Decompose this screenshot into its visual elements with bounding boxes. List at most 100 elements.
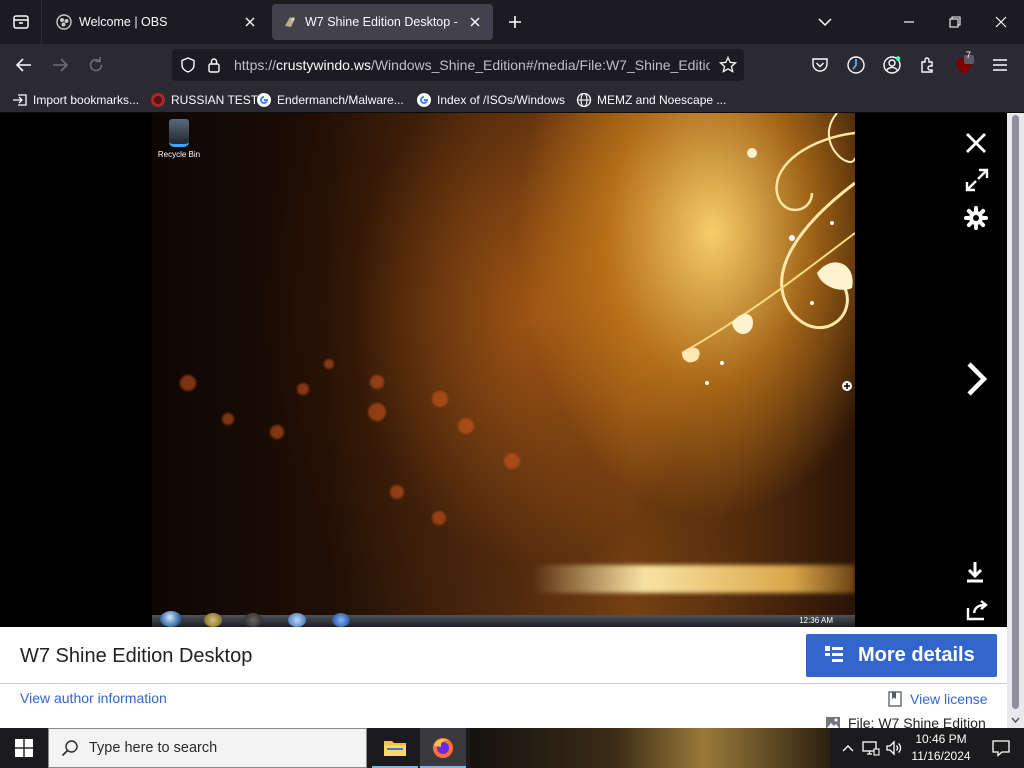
menu-button[interactable] xyxy=(986,51,1014,79)
lock-icon[interactable] xyxy=(207,57,221,73)
globe-icon xyxy=(576,92,592,108)
media-info-panel: W7 Shine Edition Desktop More details Vi… xyxy=(0,627,1007,728)
file-name-link[interactable]: File: W7 Shine Edition xyxy=(825,715,986,728)
obs-favicon-icon xyxy=(56,14,72,30)
tab-w7-shine-edition[interactable]: W7 Shine Edition Desktop - Win xyxy=(272,4,493,40)
bookmark-index-isos[interactable]: Index of /ISOs/Windows xyxy=(416,90,565,110)
notification-icon xyxy=(992,740,1010,757)
ublock-button[interactable]: 7 xyxy=(950,50,978,79)
taskbar-search-box[interactable]: Type here to search xyxy=(48,728,367,768)
url-path: /Windows_Shine_Edition#/media/File:W7_Sh… xyxy=(370,57,710,73)
start-button[interactable] xyxy=(0,728,48,768)
minimize-button[interactable] xyxy=(886,0,932,44)
chevron-right-icon xyxy=(967,362,988,396)
lightbox-close-button[interactable] xyxy=(961,128,991,158)
notification-center-button[interactable] xyxy=(978,728,1024,768)
volume-tray-button[interactable] xyxy=(884,738,904,758)
zoom-button[interactable] xyxy=(837,376,857,396)
recycle-bin-desktop-icon: Recycle Bin xyxy=(152,119,206,159)
bokeh-dot xyxy=(432,391,448,407)
show-hidden-icons-button[interactable] xyxy=(838,738,858,758)
tab-close-icon[interactable] xyxy=(467,14,483,30)
bokeh-dot xyxy=(297,383,309,395)
image-media-icon xyxy=(244,613,262,627)
import-icon xyxy=(13,94,27,106)
tab-close-icon[interactable] xyxy=(242,14,258,30)
view-license-label: View license xyxy=(910,691,988,707)
bookmarks-toolbar: Import bookmarks... RUSSIAN TEST Enderma… xyxy=(0,86,1024,113)
google-icon xyxy=(257,93,271,107)
star-icon[interactable] xyxy=(719,56,737,74)
google-icon xyxy=(417,93,431,107)
favicon-russian xyxy=(151,93,165,107)
bokeh-dot xyxy=(458,418,474,434)
more-details-label: More details xyxy=(858,644,975,666)
tab-list-icon xyxy=(12,15,29,29)
settings-button[interactable] xyxy=(961,203,991,233)
pocket-button[interactable] xyxy=(806,51,834,79)
account-button[interactable] xyxy=(878,51,906,79)
bookmark-memz-noescape[interactable]: MEMZ and Noescape ... xyxy=(576,90,726,110)
more-details-button[interactable]: More details xyxy=(806,634,997,677)
bookmark-label: RUSSIAN TEST xyxy=(171,93,259,107)
tab-title: W7 Shine Edition Desktop - Win xyxy=(305,15,461,29)
taskbar-clock[interactable]: 10:46 PM 11/16/2024 xyxy=(906,731,976,765)
bokeh-dot xyxy=(180,375,196,391)
tab-strip: Welcome | OBS W7 Shine Edition Desktop -… xyxy=(0,0,1024,44)
bookmark-import[interactable]: Import bookmarks... xyxy=(12,90,139,110)
image-app-icon xyxy=(332,613,350,627)
screen: Welcome | OBS W7 Shine Edition Desktop -… xyxy=(0,0,1024,768)
taskbar-background-wallpaper xyxy=(470,728,830,768)
forward-button[interactable] xyxy=(46,51,74,79)
bokeh-dot xyxy=(370,375,384,389)
shield-icon[interactable] xyxy=(180,57,196,73)
download-button[interactable] xyxy=(960,557,990,587)
share-button[interactable] xyxy=(962,595,992,625)
reload-button[interactable] xyxy=(82,51,110,79)
firefox-icon xyxy=(433,738,453,758)
taskbar-file-explorer[interactable] xyxy=(372,728,418,768)
tab-overflow-button[interactable] xyxy=(802,0,848,44)
bokeh-dot xyxy=(222,413,234,425)
fullscreen-button[interactable] xyxy=(962,165,992,195)
close-window-button[interactable] xyxy=(978,0,1024,44)
recycle-bin-label: Recycle Bin xyxy=(157,150,201,159)
close-icon xyxy=(995,16,1007,28)
file-name-label: File: W7 Shine Edition xyxy=(848,715,986,728)
scrollbar-thumb[interactable] xyxy=(1012,115,1019,709)
tab-welcome-obs[interactable]: Welcome | OBS xyxy=(46,4,268,40)
taskbar-firefox[interactable] xyxy=(420,728,466,768)
puzzle-icon xyxy=(921,57,933,73)
view-license-link[interactable]: View license xyxy=(888,691,988,707)
bookmark-russian-test[interactable]: RUSSIAN TEST xyxy=(150,90,258,110)
clock-date: 11/16/2024 xyxy=(911,749,971,763)
view-author-link[interactable]: View author information xyxy=(20,690,167,706)
scroll-down-arrow-icon[interactable] xyxy=(1011,717,1020,724)
search-icon xyxy=(61,740,78,757)
media-viewer: Recycle Bin 12:36 AM W7 Shine Edition De… xyxy=(0,113,1024,728)
chevron-up-icon xyxy=(842,745,854,752)
lightbox-image[interactable]: Recycle Bin xyxy=(152,113,855,627)
next-image-button[interactable] xyxy=(961,361,991,397)
url-host: crustywindo.ws xyxy=(276,57,371,73)
list-all-tabs-button[interactable] xyxy=(0,0,42,44)
new-tab-button[interactable] xyxy=(503,10,527,34)
bokeh-dot xyxy=(504,453,520,469)
network-tray-button[interactable] xyxy=(861,738,881,758)
extensions-button[interactable] xyxy=(914,51,942,79)
sync-status-button[interactable] xyxy=(842,51,870,79)
image-file-icon xyxy=(826,717,840,728)
bokeh-dot xyxy=(368,403,386,421)
url-bar[interactable]: https://crustywindo.ws/Windows_Shine_Edi… xyxy=(172,49,744,81)
back-button[interactable] xyxy=(10,51,38,79)
bookmark-endermanch-malware[interactable]: Endermanch/Malware... xyxy=(256,90,404,110)
bookmark-label: Import bookmarks... xyxy=(33,93,140,107)
restore-button[interactable] xyxy=(932,0,978,44)
clock-icon xyxy=(847,56,865,74)
share-icon xyxy=(966,600,988,621)
divider xyxy=(0,683,1007,684)
hamburger-menu-icon xyxy=(993,59,1007,71)
url-text[interactable]: https://crustywindo.ws/Windows_Shine_Edi… xyxy=(234,57,710,73)
vertical-scrollbar[interactable] xyxy=(1007,113,1024,728)
wiki-favicon-icon xyxy=(285,17,295,27)
